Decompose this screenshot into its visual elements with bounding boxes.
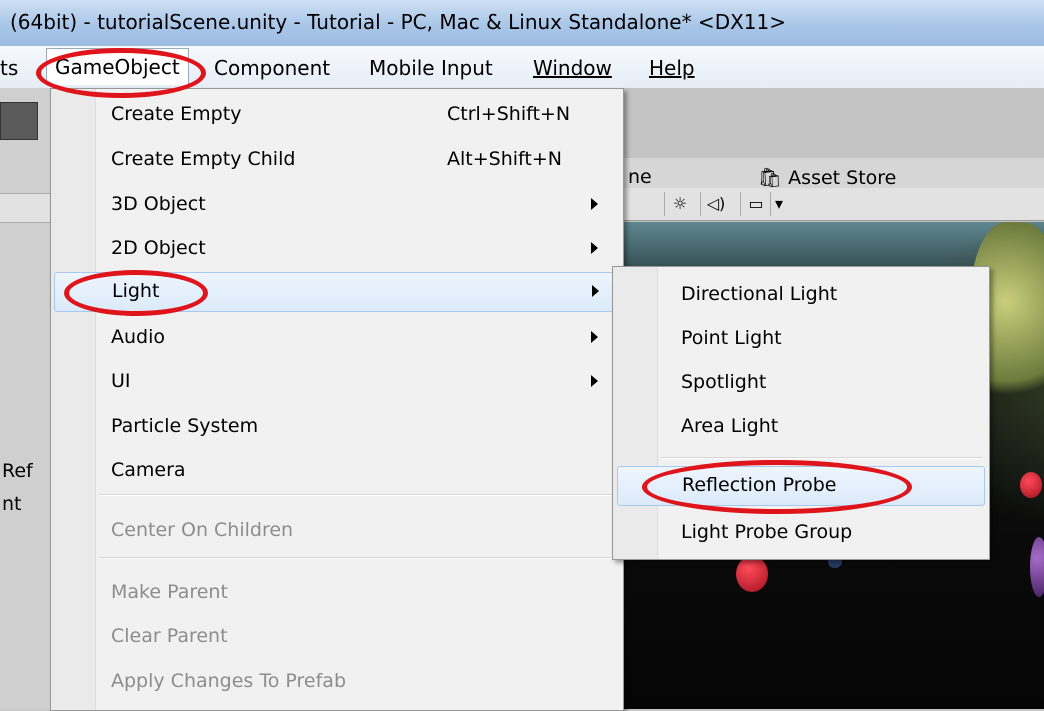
gameobject-menu: Create Empty Ctrl+Shift+N Create Empty C… — [50, 88, 624, 711]
red-sphere — [1020, 472, 1042, 498]
menu-item-particle-system[interactable]: Particle System — [51, 407, 623, 447]
menu-item-label: Particle System — [111, 415, 259, 437]
tab-asset-store-label: Asset Store — [788, 167, 897, 189]
purple-sphere — [1030, 537, 1044, 597]
pane-header — [0, 193, 52, 223]
menu-item-center-on-children[interactable]: Center On Children — [51, 511, 623, 551]
chevron-down-icon[interactable]: ▾ — [770, 192, 787, 216]
menu-item-point-light[interactable]: Point Light — [613, 319, 989, 359]
window-title: (64bit) - tutorialScene.unity - Tutorial… — [10, 10, 786, 34]
menu-separator — [661, 457, 983, 459]
menu-item-audio[interactable]: Audio — [51, 318, 623, 358]
shopping-bag-icon: 🛍 — [758, 167, 783, 189]
left-pane-text: Ref — [2, 460, 33, 482]
menu-item-label: Light Probe Group — [681, 521, 853, 543]
image-effects-icon[interactable]: ▭ — [740, 192, 771, 216]
menu-item-label: Directional Light — [681, 283, 838, 305]
menu-item-label: Center On Children — [111, 519, 294, 541]
scene-toolbar: ☼ ◁) ▭ ▾ — [620, 188, 1044, 221]
menu-component[interactable]: Component — [214, 56, 330, 80]
left-pane-text: nt — [2, 493, 22, 515]
submenu-arrow-icon — [592, 285, 599, 297]
menu-item-label: 3D Object — [111, 193, 206, 215]
annotation-circle-gameobject — [36, 48, 206, 98]
menu-item-label: 2D Object — [111, 237, 206, 259]
hierarchy-pane: Ref nt — [0, 88, 53, 709]
menu-help[interactable]: Help — [649, 56, 695, 80]
menu-item-apply-changes-to-prefab[interactable]: Apply Changes To Prefab — [51, 662, 623, 702]
menu-item-directional-light[interactable]: Directional Light — [613, 275, 989, 315]
menu-item-3d-object[interactable]: 3D Object — [51, 185, 623, 225]
annotation-circle-reflection-probe — [642, 460, 912, 514]
menu-separator — [99, 557, 617, 559]
menu-item-label: Make Parent — [111, 581, 228, 603]
red-sphere — [736, 556, 768, 592]
menu-item-area-light[interactable]: Area Light — [613, 407, 989, 447]
menu-mobile-input[interactable]: Mobile Input — [369, 56, 493, 80]
menu-item-create-empty-child[interactable]: Create Empty Child Alt+Shift+N — [51, 140, 623, 180]
scene-toolbar-button[interactable] — [622, 192, 653, 216]
menu-item-shortcut: Ctrl+Shift+N — [447, 103, 571, 125]
light-submenu: Directional Light Point Light Spotlight … — [612, 266, 990, 560]
menu-item-label: Apply Changes To Prefab — [111, 670, 347, 692]
menu-item-clear-parent[interactable]: Clear Parent — [51, 617, 623, 657]
sun-icon[interactable]: ☼ — [664, 192, 695, 216]
menu-item-light-probe-group[interactable]: Light Probe Group — [613, 513, 989, 553]
menu-item-label: Audio — [111, 326, 166, 348]
submenu-arrow-icon — [591, 242, 598, 254]
menu-item-label: Clear Parent — [111, 625, 228, 647]
menu-item-ui[interactable]: UI — [51, 362, 623, 402]
menu-item-label: Area Light — [681, 415, 779, 437]
menu-assets-partial[interactable]: ts — [0, 56, 18, 80]
submenu-arrow-icon — [591, 198, 598, 210]
tab-asset-store[interactable]: 🛍 Asset Store — [758, 166, 896, 189]
annotation-circle-light — [64, 270, 208, 316]
menu-item-shortcut: Alt+Shift+N — [447, 148, 562, 170]
menu-item-make-parent[interactable]: Make Parent — [51, 573, 623, 613]
menu-separator — [99, 494, 617, 496]
menu-item-spotlight[interactable]: Spotlight — [613, 363, 989, 403]
tab-scene[interactable]: ne — [628, 166, 652, 188]
menu-item-2d-object[interactable]: 2D Object — [51, 229, 623, 269]
menu-item-label: Create Empty Child — [111, 148, 296, 170]
menu-item-label: Camera — [111, 459, 186, 481]
submenu-arrow-icon — [591, 331, 598, 343]
menu-item-label: UI — [111, 370, 131, 392]
menu-item-label: Create Empty — [111, 103, 242, 125]
menu-item-create-empty[interactable]: Create Empty Ctrl+Shift+N — [51, 95, 623, 135]
audio-icon[interactable]: ◁) — [700, 192, 731, 216]
menu-item-label: Point Light — [681, 327, 782, 349]
window-titlebar: (64bit) - tutorialScene.unity - Tutorial… — [0, 0, 1044, 47]
submenu-arrow-icon — [591, 375, 598, 387]
menu-item-label: Spotlight — [681, 371, 767, 393]
menu-window[interactable]: Window — [533, 56, 612, 80]
menu-item-camera[interactable]: Camera — [51, 451, 623, 491]
toolbar-button[interactable] — [0, 102, 38, 140]
